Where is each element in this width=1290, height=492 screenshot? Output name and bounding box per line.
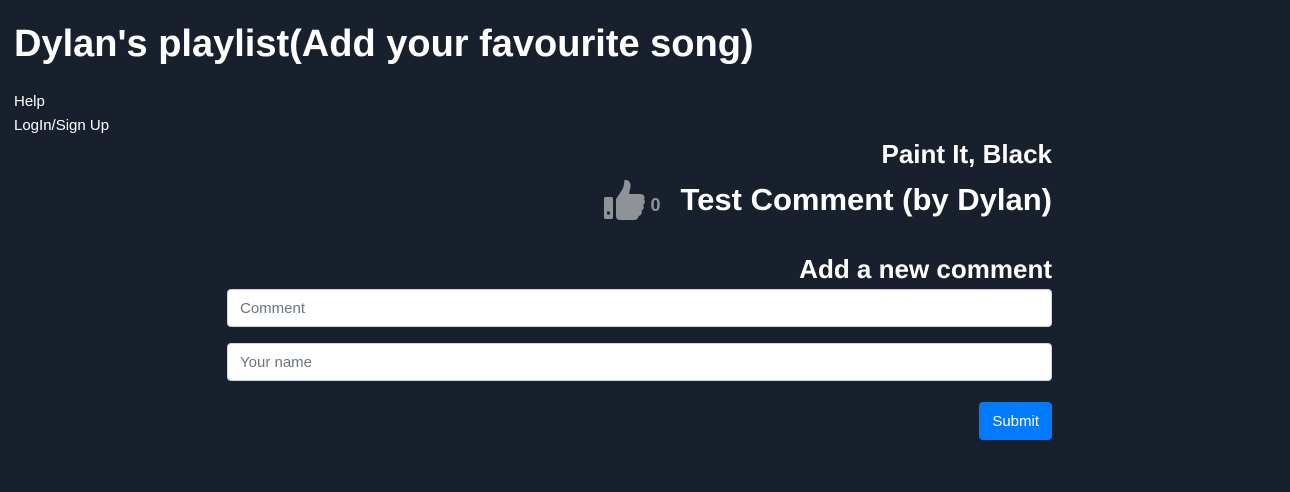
submit-button[interactable]: Submit: [979, 402, 1052, 440]
comment-input[interactable]: [227, 289, 1052, 327]
song-title: Paint It, Black: [881, 139, 1053, 169]
song-section: Paint It, Black 0 Test Comment (by Dylan…: [227, 134, 1052, 440]
comment-item: 0 Test Comment (by Dylan): [227, 174, 1052, 226]
like-button[interactable]: 0: [603, 178, 681, 222]
like-count: 0: [650, 194, 661, 215]
name-input[interactable]: [227, 343, 1052, 381]
nav-menu: Help LogIn/Sign Up: [14, 90, 109, 138]
help-link[interactable]: Help: [14, 90, 109, 114]
comment-text: Test Comment (by Dylan): [680, 182, 1052, 217]
add-comment-heading: Add a new comment: [799, 254, 1052, 284]
login-signup-link[interactable]: LogIn/Sign Up: [14, 114, 109, 138]
thumbs-up-icon[interactable]: [603, 178, 647, 222]
page: Dylan's playlist(Add your favourite song…: [0, 0, 1290, 492]
submit-row: Submit: [227, 402, 1052, 440]
page-title: Dylan's playlist(Add your favourite song…: [14, 23, 754, 65]
